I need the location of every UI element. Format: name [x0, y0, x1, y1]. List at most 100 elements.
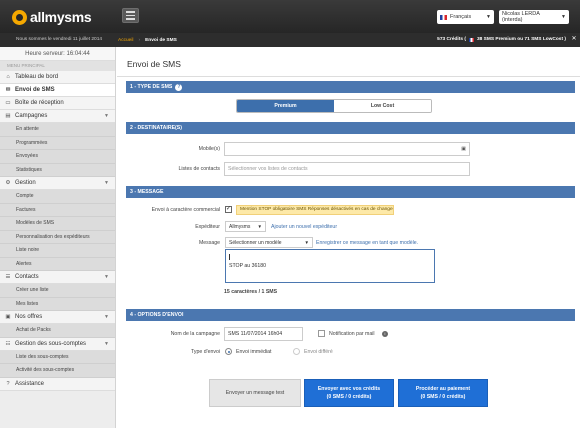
sidebar-subitem-stats[interactable]: Statistiques — [0, 163, 115, 177]
sidebar-item-offers[interactable]: ▣ Nos offres ▼ — [0, 311, 115, 324]
breadcrumb-home[interactable]: Accueil — [118, 38, 133, 43]
credits-info: 573 Crédits ( 38 SMS Premium ou 71 SMS L… — [437, 37, 566, 42]
chevron-down-icon: ▼ — [486, 14, 491, 20]
type-lowcost-button[interactable]: Low Cost — [334, 100, 431, 112]
menu-toggle-button[interactable] — [122, 8, 139, 23]
breadcrumb-separator: › — [138, 37, 141, 43]
sidebar-item-inbox[interactable]: ▭ Boîte de réception — [0, 97, 115, 110]
contact-lists-label: Listes de contacts — [178, 166, 220, 172]
button-sublabel: (0 SMS / 0 crédits) — [420, 394, 466, 400]
sidebar-item-subaccounts[interactable]: ☷ Gestion des sous-comptes ▼ — [0, 337, 115, 351]
template-select[interactable]: Sélectionner un modèle ▼ — [225, 237, 313, 248]
sidebar-subitem-pending[interactable]: En attente — [0, 123, 115, 137]
sidebar-subitem-subaccounts-list[interactable]: Liste des sous-comptes — [0, 350, 115, 364]
email-notification-label: Notification par mail — [329, 331, 375, 337]
cart-icon: ▣ — [5, 314, 11, 320]
sidebar-item-label: Contacts — [15, 274, 39, 280]
help-icon[interactable]: ? — [175, 83, 183, 91]
message-textarea[interactable]: STOP au 36180 — [225, 249, 435, 283]
menu-title: MENU PRINCIPAL — [0, 61, 115, 71]
chevron-down-icon: ▼ — [561, 14, 566, 20]
sender-label: Expéditeur — [195, 224, 220, 230]
send-with-credits-button[interactable]: Envoyer avec vos crédits (0 SMS / 0 créd… — [304, 379, 394, 407]
type-premium-button[interactable]: Premium — [237, 100, 334, 112]
sidebar-subitem-sent[interactable]: Envoyées — [0, 150, 115, 164]
sidebar-subitem-scheduled[interactable]: Programmées — [0, 136, 115, 150]
sidebar-subitem-alerts[interactable]: Alertes — [0, 257, 115, 271]
sidebar-item-assistance[interactable]: ? Assistance — [0, 377, 115, 391]
sidebar-item-label: Nos offres — [15, 314, 43, 320]
breadcrumb-current: Envoi de SMS — [145, 37, 177, 43]
send-later-radio[interactable] — [293, 348, 300, 355]
contact-book-icon[interactable]: ▣ — [461, 146, 466, 152]
send-now-radio[interactable] — [225, 348, 232, 355]
sidebar-item-label: Boîte de réception — [15, 100, 64, 106]
current-date: Nous sommes le vendredi 11 juillet 2014 — [16, 37, 103, 42]
sidebar-subitem-blacklist[interactable]: Liste noire — [0, 244, 115, 258]
message-label: Message — [198, 240, 220, 246]
campaign-name-label: Nom de la campagne — [170, 331, 220, 337]
commercial-checkbox[interactable]: ✓ — [225, 206, 232, 213]
sender-value: Allmysms — [229, 223, 251, 230]
sidebar-subitem-templates[interactable]: Modèles de SMS — [0, 217, 115, 231]
user-menu[interactable]: Nicolas LERDA (interda) ▼ — [499, 10, 569, 24]
sidebar-item-dashboard[interactable]: ⌂ Tableau de bord — [0, 71, 115, 84]
top-navbar: allmysms Français ▼ Nicolas LERDA (inter… — [0, 0, 580, 33]
gear-icon: ⚙ — [5, 180, 11, 186]
contact-lists-input[interactable]: Sélectionner vos listes de contacts — [224, 162, 470, 176]
sidebar-item-label: Envoi de SMS — [15, 87, 55, 93]
mobile-input[interactable]: ▣ — [224, 142, 470, 156]
sidebar-item-label: Gestion — [15, 180, 36, 186]
sidebar-item-contacts[interactable]: ☰ Contacts ▼ — [0, 271, 115, 284]
sidebar-item-label: Gestion des sous-comptes — [15, 340, 87, 347]
campaigns-icon: ▤ — [5, 113, 11, 119]
text-cursor — [229, 254, 230, 260]
sidebar-item-send-sms[interactable]: ✉ Envoi de SMS — [0, 84, 115, 97]
sidebar-subitem-my-lists[interactable]: Mes listes — [0, 297, 115, 311]
logo[interactable]: allmysms — [12, 9, 92, 25]
chevron-down-icon: ▼ — [104, 274, 109, 280]
chevron-down-icon: ▼ — [104, 314, 109, 320]
chevron-down-icon: ▼ — [104, 340, 109, 347]
sidebar-subitem-account[interactable]: Compte — [0, 190, 115, 204]
sidebar-subitem-buy-packs[interactable]: Achat de Packs — [0, 324, 115, 338]
send-test-button[interactable]: Envoyer un message test — [209, 379, 301, 407]
sidebar-subitem-subaccounts-activity[interactable]: Activité des sous-comptes — [0, 364, 115, 378]
french-flag-icon — [440, 14, 447, 20]
sidebar-item-campaigns[interactable]: ▤ Campagnes ▼ — [0, 110, 115, 123]
close-icon[interactable]: ✕ — [570, 35, 578, 44]
sender-select[interactable]: Allmysms ▼ — [225, 221, 266, 232]
language-label: Français — [450, 14, 472, 20]
sidebar-item-label: Tableau de bord — [15, 74, 59, 80]
section-recipients: 2 - DESTINATAIRE(S) — [126, 122, 575, 134]
sidebar-subitem-senders[interactable]: Personnalisation des expéditeurs — [0, 230, 115, 244]
section-send-options: 4 - OPTIONS D'ENVOI — [126, 309, 575, 321]
sidebar-subitem-create-list[interactable]: Créer une liste — [0, 284, 115, 298]
button-sublabel: (0 SMS / 0 crédits) — [326, 394, 372, 400]
help-icon: ? — [6, 380, 10, 387]
section-title: 4 - OPTIONS D'ENVOI — [130, 312, 184, 318]
french-flag-icon — [468, 37, 474, 42]
language-select[interactable]: Français ▼ — [437, 10, 494, 24]
char-count: 15 caractères / 1 SMS — [224, 289, 278, 295]
sidebar-subitem-invoices[interactable]: Factures — [0, 203, 115, 217]
send-type-label: Type d'envoi — [191, 349, 220, 355]
inbox-icon: ▭ — [5, 100, 11, 106]
sidebar-item-label: Campagnes — [15, 113, 48, 119]
user-name: Nicolas LERDA (interda) — [502, 11, 540, 23]
logo-mark-icon — [12, 9, 27, 25]
campaign-name-input[interactable]: SMS 11/07/2014 16h04 — [224, 327, 303, 341]
users-icon: ☷ — [5, 340, 11, 347]
save-template-link[interactable]: Enregistrer ce message en tant que modèl… — [316, 240, 418, 246]
sidebar-item-management[interactable]: ⚙ Gestion ▼ — [0, 177, 115, 190]
mobile-label: Mobile(s) — [198, 146, 220, 152]
contacts-icon: ☰ — [5, 274, 11, 280]
info-icon[interactable]: i — [382, 331, 388, 337]
add-sender-link[interactable]: Ajouter un nouvel expéditeur — [271, 224, 337, 230]
proceed-payment-button[interactable]: Procéder au paiement (0 SMS / 0 crédits) — [398, 379, 488, 407]
section-title: 3 - MESSAGE — [130, 189, 164, 195]
credits-detail: 38 SMS Premium ou 71 SMS LowCost ) — [476, 37, 566, 42]
email-notification-checkbox[interactable] — [318, 330, 325, 337]
credits-count: 573 Crédits ( — [437, 37, 466, 42]
chevron-down-icon: ▼ — [257, 224, 262, 229]
